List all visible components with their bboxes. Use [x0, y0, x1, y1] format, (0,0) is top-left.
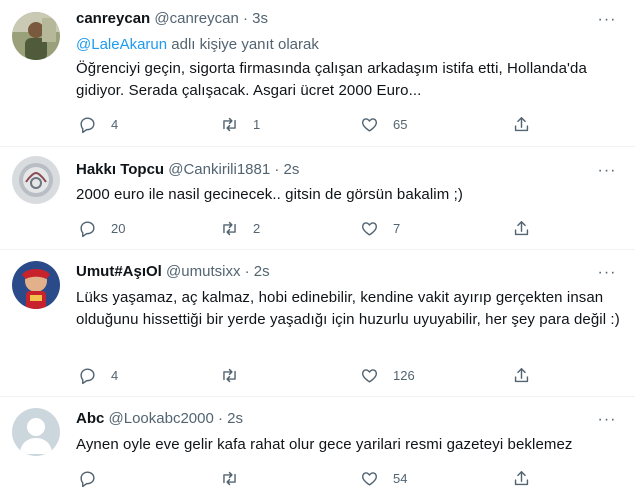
- more-options-icon[interactable]: ···: [597, 10, 617, 30]
- separator-dot: ·: [244, 263, 250, 280]
- replying-to: @LaleAkarun adlı kişiye yanıt olarak: [76, 35, 319, 55]
- avatar[interactable]: [12, 408, 60, 456]
- reply-button[interactable]: 4: [78, 114, 118, 134]
- tweet-time[interactable]: 3s: [252, 10, 268, 27]
- heart-icon: [361, 117, 378, 132]
- tweet-actions: 54: [76, 468, 546, 488]
- more-options-icon[interactable]: ···: [597, 263, 617, 283]
- reply-count: 4: [111, 116, 119, 132]
- like-button[interactable]: 54: [360, 468, 407, 488]
- separator-dot: ·: [243, 10, 248, 27]
- author-name[interactable]: Hakkı Topcu: [76, 161, 164, 178]
- author-name[interactable]: Abc: [76, 410, 104, 427]
- reply-icon: [80, 470, 95, 487]
- share-icon: [514, 367, 529, 382]
- tweet-actions: 20 2 7: [76, 218, 546, 238]
- share-icon: [514, 470, 529, 485]
- tweet-4[interactable]: Abc @Lookabc2000 · 2s ··· Aynen oyle eve…: [0, 397, 635, 496]
- retweet-button[interactable]: 1: [220, 114, 260, 134]
- author-handle[interactable]: @Lookabc2000: [109, 410, 214, 427]
- tweet-header: Umut#AşıOl @umutsixx · 2s: [76, 262, 270, 282]
- share-icon: [514, 116, 529, 131]
- retweet-button[interactable]: [220, 365, 253, 385]
- like-count: 54: [393, 470, 408, 486]
- separator-dot: ·: [218, 410, 223, 427]
- tweet-actions: 4 1 65: [76, 114, 546, 134]
- like-count: 126: [393, 367, 415, 383]
- share-button[interactable]: [512, 218, 531, 238]
- author-name[interactable]: canreycan: [76, 10, 150, 27]
- heart-icon: [361, 368, 378, 383]
- retweet-icon: [223, 471, 236, 485]
- retweet-icon: [223, 221, 236, 235]
- tweet-header: canreycan @canreycan · 3s: [76, 9, 268, 29]
- share-icon: [514, 220, 529, 235]
- share-button[interactable]: [512, 468, 531, 488]
- tweet-2[interactable]: Hakkı Topcu @Cankirili1881 · 2s ··· 2000…: [0, 147, 635, 249]
- avatar[interactable]: [12, 156, 60, 204]
- like-button[interactable]: 126: [360, 365, 415, 385]
- tweet-time[interactable]: 2s: [227, 410, 243, 427]
- tweet-text: Aynen oyle eve gelir kafa rahat olur gec…: [76, 436, 573, 453]
- tweet-actions: 4 126: [76, 365, 546, 385]
- retweet-count: 1: [253, 116, 261, 132]
- more-options-icon[interactable]: ···: [597, 161, 617, 181]
- author-name[interactable]: Umut#AşıOl: [76, 263, 162, 280]
- reply-icon: [80, 367, 95, 384]
- share-button[interactable]: [512, 365, 531, 385]
- heart-icon: [361, 221, 378, 236]
- tweet-text: Öğrenciyi geçin, sigorta firmasında çalı…: [76, 60, 587, 99]
- reply-button[interactable]: 4: [78, 365, 118, 385]
- reply-icon: [80, 116, 95, 133]
- like-button[interactable]: 65: [360, 114, 407, 134]
- share-button[interactable]: [512, 114, 531, 134]
- reply-mention-link[interactable]: @LaleAkarun: [76, 36, 167, 53]
- reply-icon: [80, 220, 95, 237]
- reply-button[interactable]: [78, 468, 111, 488]
- avatar[interactable]: [12, 261, 60, 309]
- like-count: 7: [393, 220, 401, 236]
- avatar[interactable]: [12, 12, 60, 60]
- author-handle[interactable]: @umutsixx: [166, 263, 240, 280]
- tweet-header: Abc @Lookabc2000 · 2s: [76, 409, 243, 429]
- separator-dot: ·: [274, 161, 280, 178]
- author-handle[interactable]: @canreycan: [154, 10, 238, 27]
- tweet-time[interactable]: 2s: [254, 263, 270, 280]
- tweet-text: Lüks yaşamaz, aç kalmaz, hobi edinebilir…: [76, 289, 620, 328]
- reply-to-suffix: adlı kişiye yanıt olarak: [167, 36, 319, 53]
- tweet-1[interactable]: canreycan @canreycan · 3s ··· @LaleAkaru…: [0, 0, 635, 146]
- reply-button[interactable]: 20: [78, 218, 125, 238]
- retweet-button[interactable]: 2: [220, 218, 260, 238]
- tweet-3[interactable]: Umut#AşıOl @umutsixx · 2s ··· Lüks yaşam…: [0, 250, 635, 396]
- reply-count: 20: [111, 220, 126, 236]
- author-handle[interactable]: @Cankirili1881: [168, 161, 270, 178]
- more-options-icon[interactable]: ···: [597, 410, 617, 430]
- like-count: 65: [393, 116, 408, 132]
- retweet-icon: [223, 368, 236, 382]
- retweet-count: 2: [253, 220, 261, 236]
- retweet-icon: [223, 117, 236, 131]
- retweet-button[interactable]: [220, 468, 253, 488]
- like-button[interactable]: 7: [360, 218, 400, 238]
- tweet-header: Hakkı Topcu @Cankirili1881 · 2s: [76, 160, 299, 180]
- tweet-text: 2000 euro ile nasil gecinecek.. gitsin d…: [76, 186, 463, 203]
- reply-count: 4: [111, 367, 119, 383]
- heart-icon: [361, 471, 378, 486]
- tweet-time[interactable]: 2s: [284, 161, 300, 178]
